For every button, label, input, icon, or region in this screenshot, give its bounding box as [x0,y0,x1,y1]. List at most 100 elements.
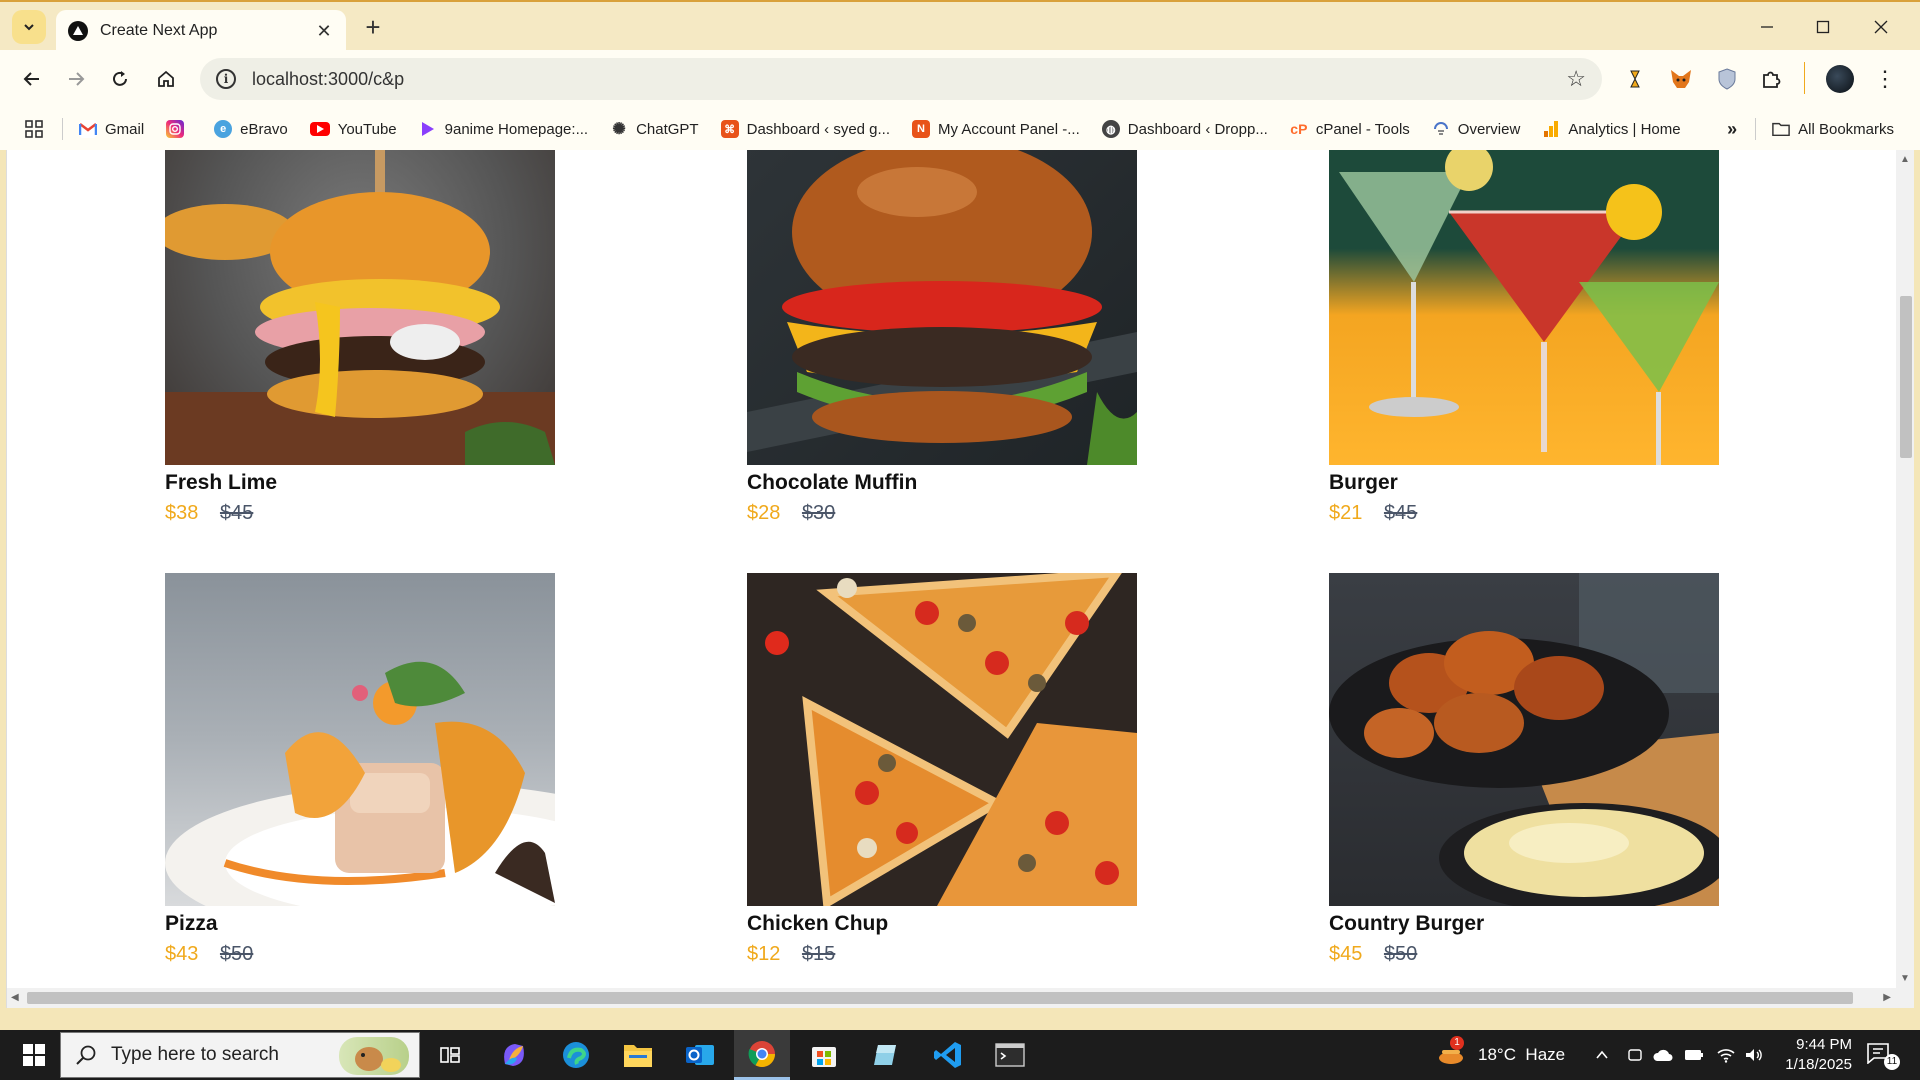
salmon-dish-image [165,661,555,906]
taskbar-search-box[interactable]: Type here to search [60,1032,420,1078]
product-card[interactable]: Country Burger $45 $50 [1329,573,1719,966]
bookmark-youtube[interactable]: YouTube [309,121,397,138]
weather-badge: 1 [1450,1036,1464,1050]
browser-toolbar: i localhost:3000/c&p ☆ ⋮ [0,50,1920,108]
home-icon [158,70,174,87]
maximize-button[interactable] [1800,12,1846,42]
bookmark-chatgpt[interactable]: ✺ ChatGPT [610,120,698,139]
bookmark-9anime[interactable]: 9anime Homepage:... [419,120,588,138]
product-prices: $21 $45 [1329,501,1719,525]
product-prices: $45 $50 [1329,942,1719,966]
scroll-right-arrow-icon[interactable]: ▶ [1883,992,1891,1003]
taskbar-chrome[interactable] [734,1030,790,1080]
start-button[interactable] [10,1030,58,1080]
cpanel-icon: cP [1290,121,1308,137]
product-card[interactable]: Chicken Chup $12 $15 [747,573,1137,966]
vertical-scroll-thumb[interactable] [1900,296,1912,458]
horizontal-scroll-thumb[interactable] [27,992,1853,1004]
url-text[interactable]: localhost:3000/c&p [252,69,1566,90]
vertical-scrollbar[interactable]: ▲ ▼ [1896,150,1914,1008]
app-tile-icon [874,1045,896,1065]
site-info-icon[interactable]: i [216,69,236,89]
edge-icon [563,1042,589,1068]
product-card[interactable]: Chocolate Muffin $28 $30 [747,150,1137,525]
tab-close-icon[interactable]: ✕ [314,21,334,42]
copilot-icon [504,1044,524,1066]
arrow-right-icon [69,72,85,86]
profile-avatar[interactable] [1826,65,1854,93]
weather-icon: 1 [1436,1036,1468,1070]
search-icon [76,1045,96,1065]
bookmark-dashboard-dropp[interactable]: ◍ Dashboard ‹ Dropp... [1101,120,1268,138]
ebravo-icon: e [214,120,233,138]
task-view-button[interactable] [422,1030,478,1080]
forward-button[interactable] [60,63,92,95]
show-hidden-icons-button[interactable] [1594,1030,1610,1080]
volume-icon[interactable] [1744,1030,1764,1080]
terminal-icon [995,1043,1025,1067]
bookmark-label: cPanel - Tools [1315,120,1410,138]
9anime-icon [419,120,437,138]
meet-now-icon[interactable] [1626,1030,1644,1080]
extensions-puzzle-icon[interactable] [1758,66,1784,92]
battery-icon[interactable] [1684,1030,1704,1080]
scroll-up-arrow-icon[interactable]: ▲ [1900,154,1910,165]
taskbar-file-explorer[interactable] [610,1030,666,1080]
product-card[interactable]: Burger $21 $45 [1329,150,1719,525]
close-window-button[interactable] [1858,12,1904,42]
product-old-price: $45 [219,502,254,524]
bookmark-label: Dashboard ‹ Dropp... [1127,120,1268,138]
tab-search-button[interactable] [12,10,46,44]
bookmark-star-icon[interactable]: ☆ [1566,66,1586,92]
wifi-icon[interactable] [1716,1030,1736,1080]
bookmark-instagram[interactable] [166,120,192,138]
taskbar-copilot[interactable] [486,1030,542,1080]
back-button[interactable] [16,63,48,95]
clock[interactable]: 9:44 PM 1/18/2025 [1776,1030,1852,1080]
product-image [747,150,1137,465]
extension-coin-icon[interactable] [1622,66,1648,92]
apps-grid-icon[interactable] [24,119,44,139]
address-bar[interactable]: i localhost:3000/c&p ☆ [200,58,1602,100]
bookmark-ebravo[interactable]: e eBravo [214,120,288,138]
scroll-left-arrow-icon[interactable]: ◀ [11,992,19,1003]
bookmark-analytics[interactable]: Analytics | Home [1542,120,1681,138]
chrome-icon [748,1040,776,1067]
taskbar-outlook[interactable] [672,1030,728,1080]
home-button[interactable] [150,63,182,95]
active-tab[interactable]: Create Next App ✕ [56,10,346,52]
bookmark-account-panel[interactable]: N My Account Panel -... [912,120,1080,138]
minimize-button[interactable] [1744,12,1790,42]
bookmark-dashboard-syed[interactable]: ⌘ Dashboard ‹ syed g... [720,120,890,138]
weather-widget[interactable]: 1 18°C Haze [1436,1030,1565,1080]
all-bookmarks-folder[interactable]: All Bookmarks [1772,120,1894,138]
taskbar-vscode[interactable] [920,1030,976,1080]
bookmark-cpanel[interactable]: cP cPanel - Tools [1290,120,1410,138]
bookmark-gmail[interactable]: Gmail [79,120,144,138]
metamask-fox-icon[interactable] [1668,66,1694,92]
product-card[interactable]: Pizza $43 $50 [165,573,555,966]
bookmark-label: Analytics | Home [1568,120,1681,138]
horizontal-scrollbar[interactable]: ◀ ▶ [7,988,1897,1008]
taskbar-store[interactable] [796,1030,852,1080]
chevron-up-icon [1596,1050,1608,1059]
scroll-down-arrow-icon[interactable]: ▼ [1900,973,1910,984]
product-card[interactable]: Fresh Lime $38 $45 [165,150,555,525]
shield-extension-icon[interactable] [1714,66,1740,92]
taskbar-edge[interactable] [548,1030,604,1080]
bookmarks-divider [1755,118,1757,140]
taskbar-terminal[interactable] [982,1030,1038,1080]
product-old-price: $15 [801,943,836,965]
page-viewport: Fresh Lime $38 $45 Chocolate Muffin $28 … [6,150,1914,1008]
bookmark-overview[interactable]: Overview [1432,120,1520,138]
pizza-slices-image [765,573,1137,906]
taskbar-app-blue[interactable] [858,1030,914,1080]
product-image [1329,150,1719,465]
new-tab-button[interactable]: + [358,12,388,42]
product-image [165,150,555,465]
notification-center-button[interactable]: 11 [1866,1030,1900,1080]
reload-button[interactable] [104,63,136,95]
browser-menu-icon[interactable]: ⋮ [1872,66,1898,92]
onedrive-icon[interactable] [1652,1030,1674,1080]
more-bookmarks-button[interactable]: » [1727,119,1737,140]
